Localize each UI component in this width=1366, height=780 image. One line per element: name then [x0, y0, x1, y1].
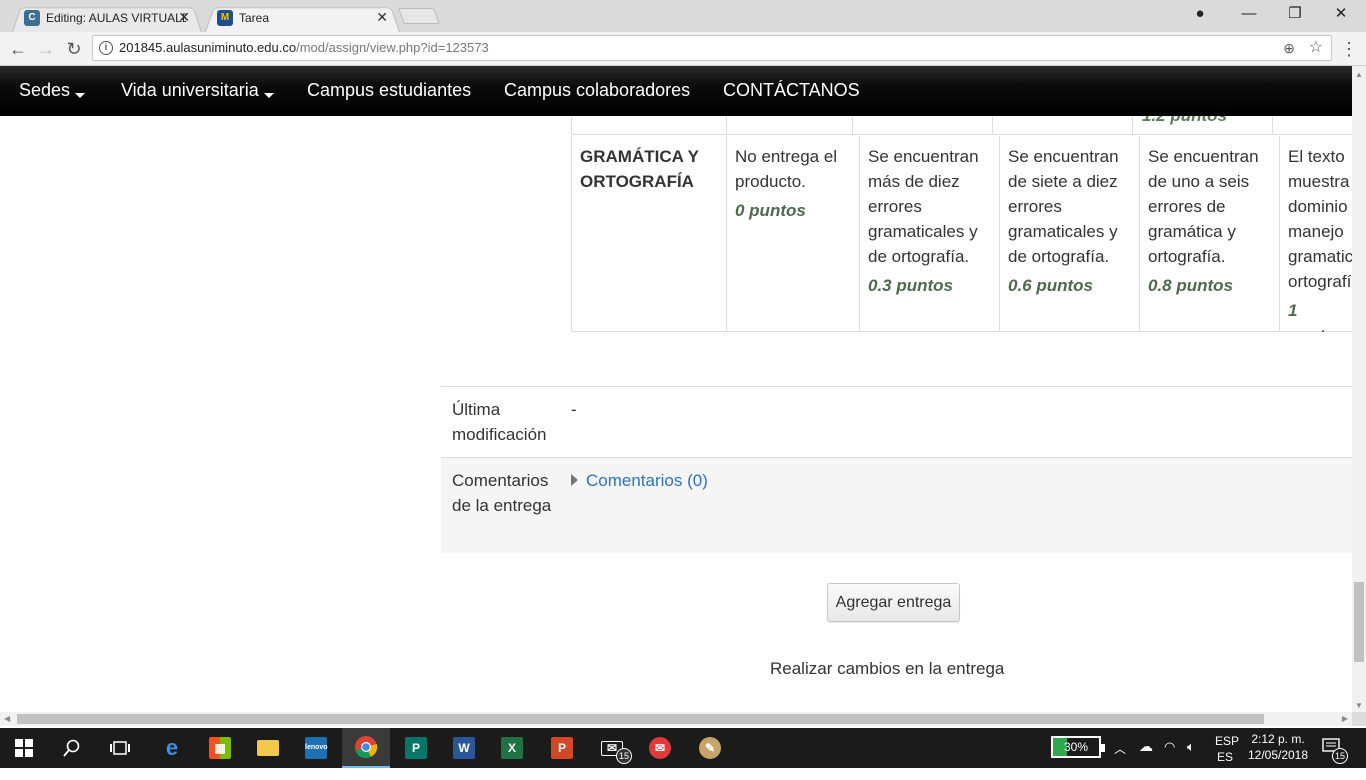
nav-vida-universitaria[interactable]: Vida universitaria [121, 80, 274, 101]
tab-title: Editing: AULAS VIRTUALE [46, 11, 186, 25]
powerpoint-icon[interactable]: P [538, 728, 586, 768]
wifi-icon[interactable]: ◠ [1164, 739, 1175, 779]
battery-indicator[interactable]: 30% [1051, 736, 1105, 758]
vertical-scrollbar[interactable]: ▲ ▼ [1352, 66, 1366, 712]
bookmark-star-icon[interactable]: ☆ [1309, 36, 1323, 60]
horizontal-scrollbar[interactable]: ◀ ▶ [0, 712, 1352, 726]
word-icon[interactable]: W [440, 728, 488, 768]
expand-triangle-icon [571, 474, 578, 486]
rubric-row-grammar: GRAMÁTICA Y ORTOGRAFÍA No entrega el pro… [571, 136, 1352, 332]
site-info-icon[interactable]: i [99, 41, 113, 55]
store-icon[interactable]: ▦ [196, 728, 244, 768]
rubric-level[interactable]: No entrega el producto. 0 puntos [727, 136, 860, 332]
rubric-level[interactable]: Se encuentran de siete a diez errores gr… [1000, 136, 1140, 332]
uniminuto-favicon-icon: M [217, 10, 233, 26]
new-tab-button[interactable] [398, 8, 440, 24]
browser-tab-editing[interactable]: C Editing: AULAS VIRTUALE ✕ [12, 4, 202, 32]
caret-down-icon [263, 93, 274, 98]
scroll-down-icon[interactable]: ▼ [1352, 701, 1366, 710]
chrome-menu-icon[interactable]: ⋮ [1340, 38, 1358, 60]
zoom-icon[interactable]: ⊕ [1283, 36, 1295, 60]
excel-icon[interactable]: X [488, 728, 536, 768]
rubric-level-points: 0.6 puntos [1008, 276, 1094, 295]
onedrive-icon[interactable]: ☁ [1139, 738, 1153, 778]
site-navbar: Sedes Vida universitaria Campus estudian… [0, 66, 1352, 116]
close-window-button[interactable]: ✕ [1318, 0, 1364, 28]
nav-contactanos[interactable]: CONTÁCTANOS [723, 80, 860, 101]
minimize-button[interactable]: — [1226, 0, 1272, 28]
rubric-level-points: 0.3 puntos [868, 276, 954, 295]
horizontal-scroll-thumb[interactable] [17, 714, 1264, 724]
action-center-icon[interactable]: 15 [1322, 738, 1348, 778]
edge-icon[interactable]: e [148, 728, 196, 768]
browser-tabstrip: C Editing: AULAS VIRTUALE ✕ M Tarea ✕ ● … [0, 0, 1366, 32]
comments-link[interactable]: Comentarios (0) [571, 468, 708, 493]
task-view-icon[interactable] [96, 728, 144, 768]
address-bar[interactable]: i 201845.aulasuniminuto.edu.co/mod/assig… [92, 35, 1332, 61]
scroll-left-icon[interactable]: ◀ [4, 712, 10, 726]
rubric-level-points: 0 puntos [735, 201, 806, 220]
notification-badge: 15 [1332, 748, 1348, 764]
rubric-level-points: 0.8 puntos [1148, 276, 1234, 295]
back-icon[interactable]: ← [6, 37, 30, 61]
chrome-icon[interactable] [342, 728, 390, 768]
scroll-right-icon[interactable]: ▶ [1342, 712, 1348, 726]
rubric-level-points: 1 punto [1288, 301, 1335, 332]
mail-icon[interactable]: ✉ 15 [588, 728, 636, 768]
rubric-points-clipped: 1.2 puntos [1142, 116, 1227, 126]
email-client-icon[interactable]: ✉ [636, 728, 684, 768]
publisher-icon[interactable]: P [392, 728, 440, 768]
vertical-scroll-thumb[interactable] [1354, 582, 1364, 662]
page-content: 1.2 puntos GRAMÁTICA Y ORTOGRAFÍA No ent… [0, 116, 1352, 712]
language-indicator[interactable]: ESP ES [1215, 733, 1239, 773]
scroll-up-icon[interactable]: ▲ [1352, 70, 1366, 79]
last-modified-value: - [571, 400, 577, 419]
url-host: 201845.aulasuniminuto.edu.co [119, 40, 297, 55]
windows-taskbar: e ▦ lenovo P W X P ✉ 15 ✉ ✎ 30% ︿ ☁ ◠ 🔈︎… [0, 728, 1366, 768]
make-changes-text: Realizar cambios en la entrega [770, 659, 1005, 678]
search-icon[interactable] [48, 728, 96, 768]
profile-icon[interactable]: ● [1177, 0, 1223, 28]
rubric-level[interactable]: El texto muestra dominio manejo gramatic… [1280, 136, 1352, 332]
nav-campus-colaboradores[interactable]: Campus colaboradores [504, 80, 690, 101]
close-tab-icon[interactable]: ✕ [376, 9, 388, 26]
browser-tab-tarea[interactable]: M Tarea ✕ [205, 4, 400, 32]
last-modified-label: Última modificación [452, 400, 547, 444]
url-path: /mod/assign/view.php?id=123573 [296, 40, 489, 55]
nav-campus-estudiantes[interactable]: Campus estudiantes [307, 80, 471, 101]
file-explorer-icon[interactable] [244, 728, 292, 768]
lenovo-icon[interactable]: lenovo [292, 728, 340, 768]
start-icon[interactable] [0, 728, 48, 768]
rubric-criterion: GRAMÁTICA Y ORTOGRAFÍA [572, 136, 727, 332]
mail-badge: 15 [616, 748, 632, 764]
nav-sedes[interactable]: Sedes [19, 80, 86, 101]
submission-comments-row: Comentarios de la entrega Comentarios (0… [441, 457, 1352, 553]
rubric-row-previous: 1.2 puntos [571, 116, 1352, 135]
close-tab-icon[interactable]: ✕ [178, 9, 190, 26]
tab-title: Tarea [239, 11, 270, 25]
paint-icon[interactable]: ✎ [686, 728, 734, 768]
forward-icon[interactable]: → [34, 37, 58, 61]
restore-button[interactable]: ❐ [1272, 0, 1318, 28]
reload-icon[interactable]: ↻ [62, 37, 86, 61]
volume-icon[interactable]: 🔈︎ [1187, 739, 1195, 779]
submission-comments-label: Comentarios de la entrega [452, 471, 552, 515]
caret-down-icon [75, 93, 86, 98]
last-modified-row: Última modificación - [441, 386, 1352, 457]
browser-toolbar: ← → ↻ i 201845.aulasuniminuto.edu.co/mod… [0, 32, 1366, 66]
rubric-level[interactable]: Se encuentran más de diez errores gramat… [860, 136, 1000, 332]
show-hidden-icons-icon[interactable]: ︿ [1114, 740, 1126, 780]
clock[interactable]: 2:12 p. m. 12/05/2018 [1246, 731, 1310, 771]
moodle-favicon-icon: C [24, 10, 40, 26]
add-submission-button[interactable]: Agregar entrega [827, 583, 960, 622]
rubric-level[interactable]: Se encuentran de uno a seis errores de g… [1140, 136, 1280, 332]
